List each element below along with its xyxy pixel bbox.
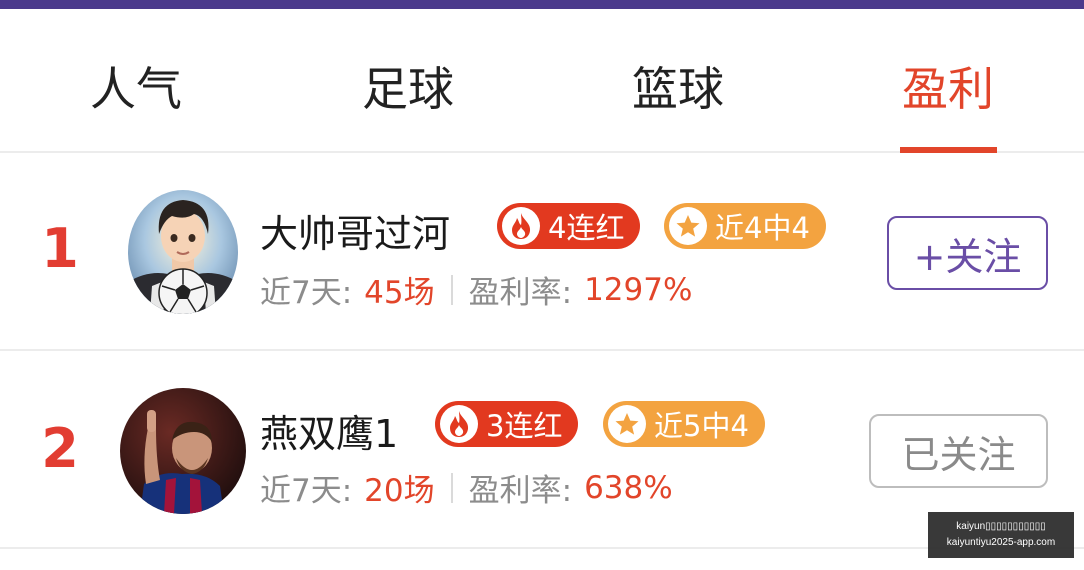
ranking-row[interactable]: 1 大帅哥过河 4连红 近4中4 近7天: 45场 盈利率: 1297% +关注: [0, 153, 1084, 351]
watermark-line-2: kaiyuntiyu2025-app.com: [946, 537, 1056, 548]
match-count: 45场: [364, 275, 435, 311]
user-stats: 近7天: 20场 盈利率: 638%: [260, 465, 673, 510]
win-streak-badge: 3连红: [435, 401, 579, 447]
stats-divider: [450, 274, 453, 305]
user-name[interactable]: 大帅哥过河: [260, 203, 450, 258]
recent-days-label: 近7天:: [260, 275, 353, 311]
user-stats: 近7天: 45场 盈利率: 1297%: [260, 267, 692, 312]
tab-football[interactable]: 足球: [308, 9, 508, 153]
recent-hits-text: 近4中4: [715, 211, 810, 245]
tab-profit[interactable]: 盈利: [848, 9, 1048, 153]
win-streak-badge: 4连红: [497, 203, 641, 249]
ranking-row[interactable]: 2 燕双鹰1 3连红 近5中4 近7天: 20场 盈利率: 638% 已关注: [0, 351, 1084, 549]
follow-button[interactable]: +关注: [887, 216, 1048, 290]
star-icon: [669, 207, 707, 245]
recent-hits-badge: 近5中4: [603, 401, 765, 447]
tab-popular[interactable]: 人气: [36, 9, 236, 153]
top-brand-bar: [0, 0, 1084, 9]
rank-number: 1: [41, 217, 79, 280]
win-streak-text: 4连红: [548, 211, 625, 245]
followed-button[interactable]: 已关注: [869, 414, 1048, 488]
user-name[interactable]: 燕双鹰1: [260, 403, 398, 458]
profit-rate-value: 638%: [584, 469, 673, 506]
watermark-line-1: kaiyun▯▯▯▯▯▯▯▯▯▯▯: [956, 521, 1046, 532]
match-count: 20场: [364, 473, 435, 509]
recent-hits-text: 近5中4: [654, 409, 749, 443]
flame-icon: [502, 207, 540, 245]
recent-days-label: 近7天:: [260, 473, 353, 509]
site-watermark: kaiyun▯▯▯▯▯▯▯▯▯▯▯ kaiyuntiyu2025-app.com: [928, 512, 1074, 558]
profit-rate-value: 1297%: [584, 271, 693, 308]
tab-basketball[interactable]: 篮球: [578, 9, 778, 153]
rank-number: 2: [41, 417, 79, 480]
profit-rate-label: 盈利率:: [468, 473, 573, 509]
anime-soccer-player-avatar-icon[interactable]: [128, 190, 238, 314]
stats-divider: [450, 472, 453, 503]
star-icon: [608, 405, 646, 443]
profit-rate-label: 盈利率:: [468, 275, 573, 311]
recent-hits-badge: 近4中4: [664, 203, 826, 249]
flame-icon: [440, 405, 478, 443]
win-streak-text: 3连红: [486, 409, 563, 443]
category-tabs: 人气 足球 篮球 盈利: [0, 9, 1084, 153]
footballer-photo-avatar-icon[interactable]: [120, 388, 246, 514]
